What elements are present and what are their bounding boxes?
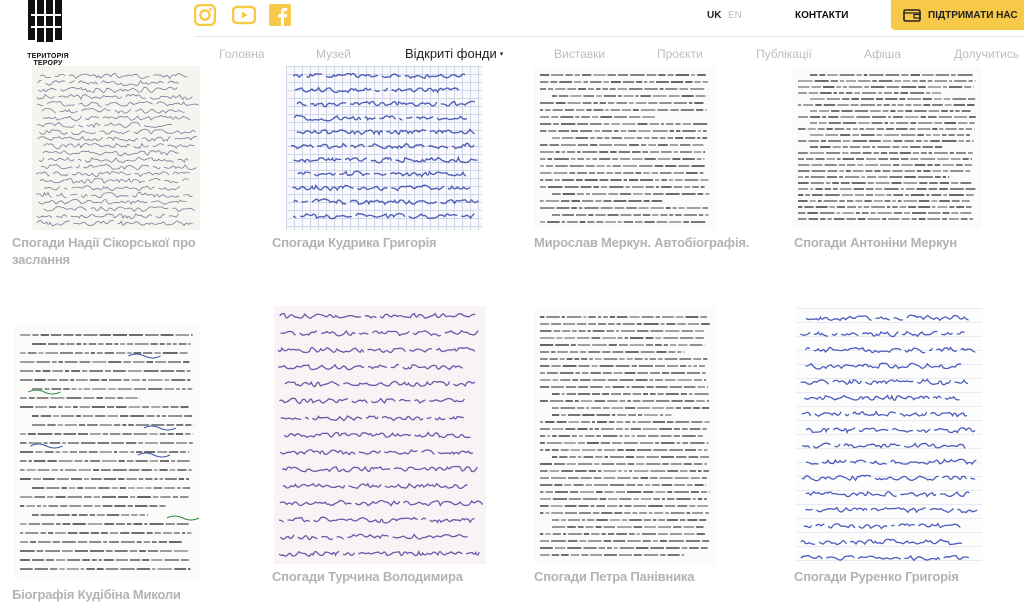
nav-item-publications[interactable]: Публікації — [756, 47, 812, 61]
typed-scan — [540, 74, 710, 223]
nav-item-exhibitions[interactable]: Виставки — [554, 47, 605, 61]
nav-item-museum[interactable]: Музей — [316, 47, 351, 61]
card-title-line: заслання — [12, 252, 70, 267]
nav-item-join[interactable]: Долучитись — [954, 47, 1019, 61]
contacts-link[interactable]: КОНТАКТИ — [795, 10, 848, 21]
nav-item-home[interactable]: Головна — [219, 47, 265, 61]
card-title[interactable]: Спогади Турчина Володимира — [272, 568, 463, 585]
card-title[interactable]: Спогади Кудрика Григорія — [272, 234, 437, 251]
handwriting-scan — [32, 73, 200, 230]
handwriting-scan — [800, 314, 978, 562]
wallet-icon — [903, 9, 921, 22]
document-thumbnail[interactable] — [286, 66, 482, 230]
support-button[interactable]: ПІДТРИМАТИ НАС — [891, 0, 1024, 30]
document-thumbnail[interactable] — [796, 308, 982, 564]
card-title[interactable]: Спогади Надії Сікорської про заслання — [12, 234, 196, 268]
typed-scan — [540, 316, 710, 556]
handwriting-scan — [274, 312, 484, 558]
nav-item-events[interactable]: Афіша — [864, 47, 901, 61]
logo-mark — [28, 0, 68, 42]
nav-item-open-funds-label: Відкриті фонди — [405, 46, 497, 61]
card-title[interactable]: Біографія Кудібіна Миколи — [12, 586, 181, 603]
lang-uk[interactable]: UK — [707, 10, 721, 21]
instagram-icon[interactable] — [194, 4, 216, 26]
lang-en[interactable]: EN — [728, 10, 742, 21]
document-thumbnail[interactable] — [534, 66, 716, 230]
main-nav: Головна Музей Відкриті фонди ▾ Виставки П… — [0, 46, 1024, 67]
card-title[interactable]: Мирослав Меркун. Автобіографія. — [534, 234, 749, 251]
chevron-down-icon: ▾ — [499, 51, 504, 58]
card-title[interactable]: Спогади Петра Панівника — [534, 568, 694, 585]
document-thumbnail[interactable] — [14, 326, 200, 578]
card-title[interactable]: Спогади Антоніни Меркун — [794, 234, 957, 251]
support-button-label: ПІДТРИМАТИ НАС — [928, 9, 1018, 21]
document-thumbnail[interactable] — [32, 66, 200, 230]
nav-item-projects[interactable]: Проєкти — [657, 47, 703, 61]
nav-item-open-funds[interactable]: Відкриті фонди ▾ — [405, 46, 503, 61]
card-title[interactable]: Спогади Руренко Григорія — [794, 568, 959, 585]
document-thumbnail[interactable] — [534, 308, 716, 564]
youtube-icon[interactable] — [232, 4, 256, 26]
document-thumbnail[interactable] — [792, 66, 982, 230]
document-thumbnail[interactable] — [274, 306, 486, 564]
card-title-line: Спогади Надії Сікорської про — [12, 235, 196, 250]
typed-scan — [798, 74, 976, 220]
facebook-icon[interactable] — [269, 4, 291, 26]
handwriting-scan — [286, 72, 482, 230]
typed-scan-annotated — [20, 334, 200, 570]
nav-divider — [194, 36, 1024, 37]
